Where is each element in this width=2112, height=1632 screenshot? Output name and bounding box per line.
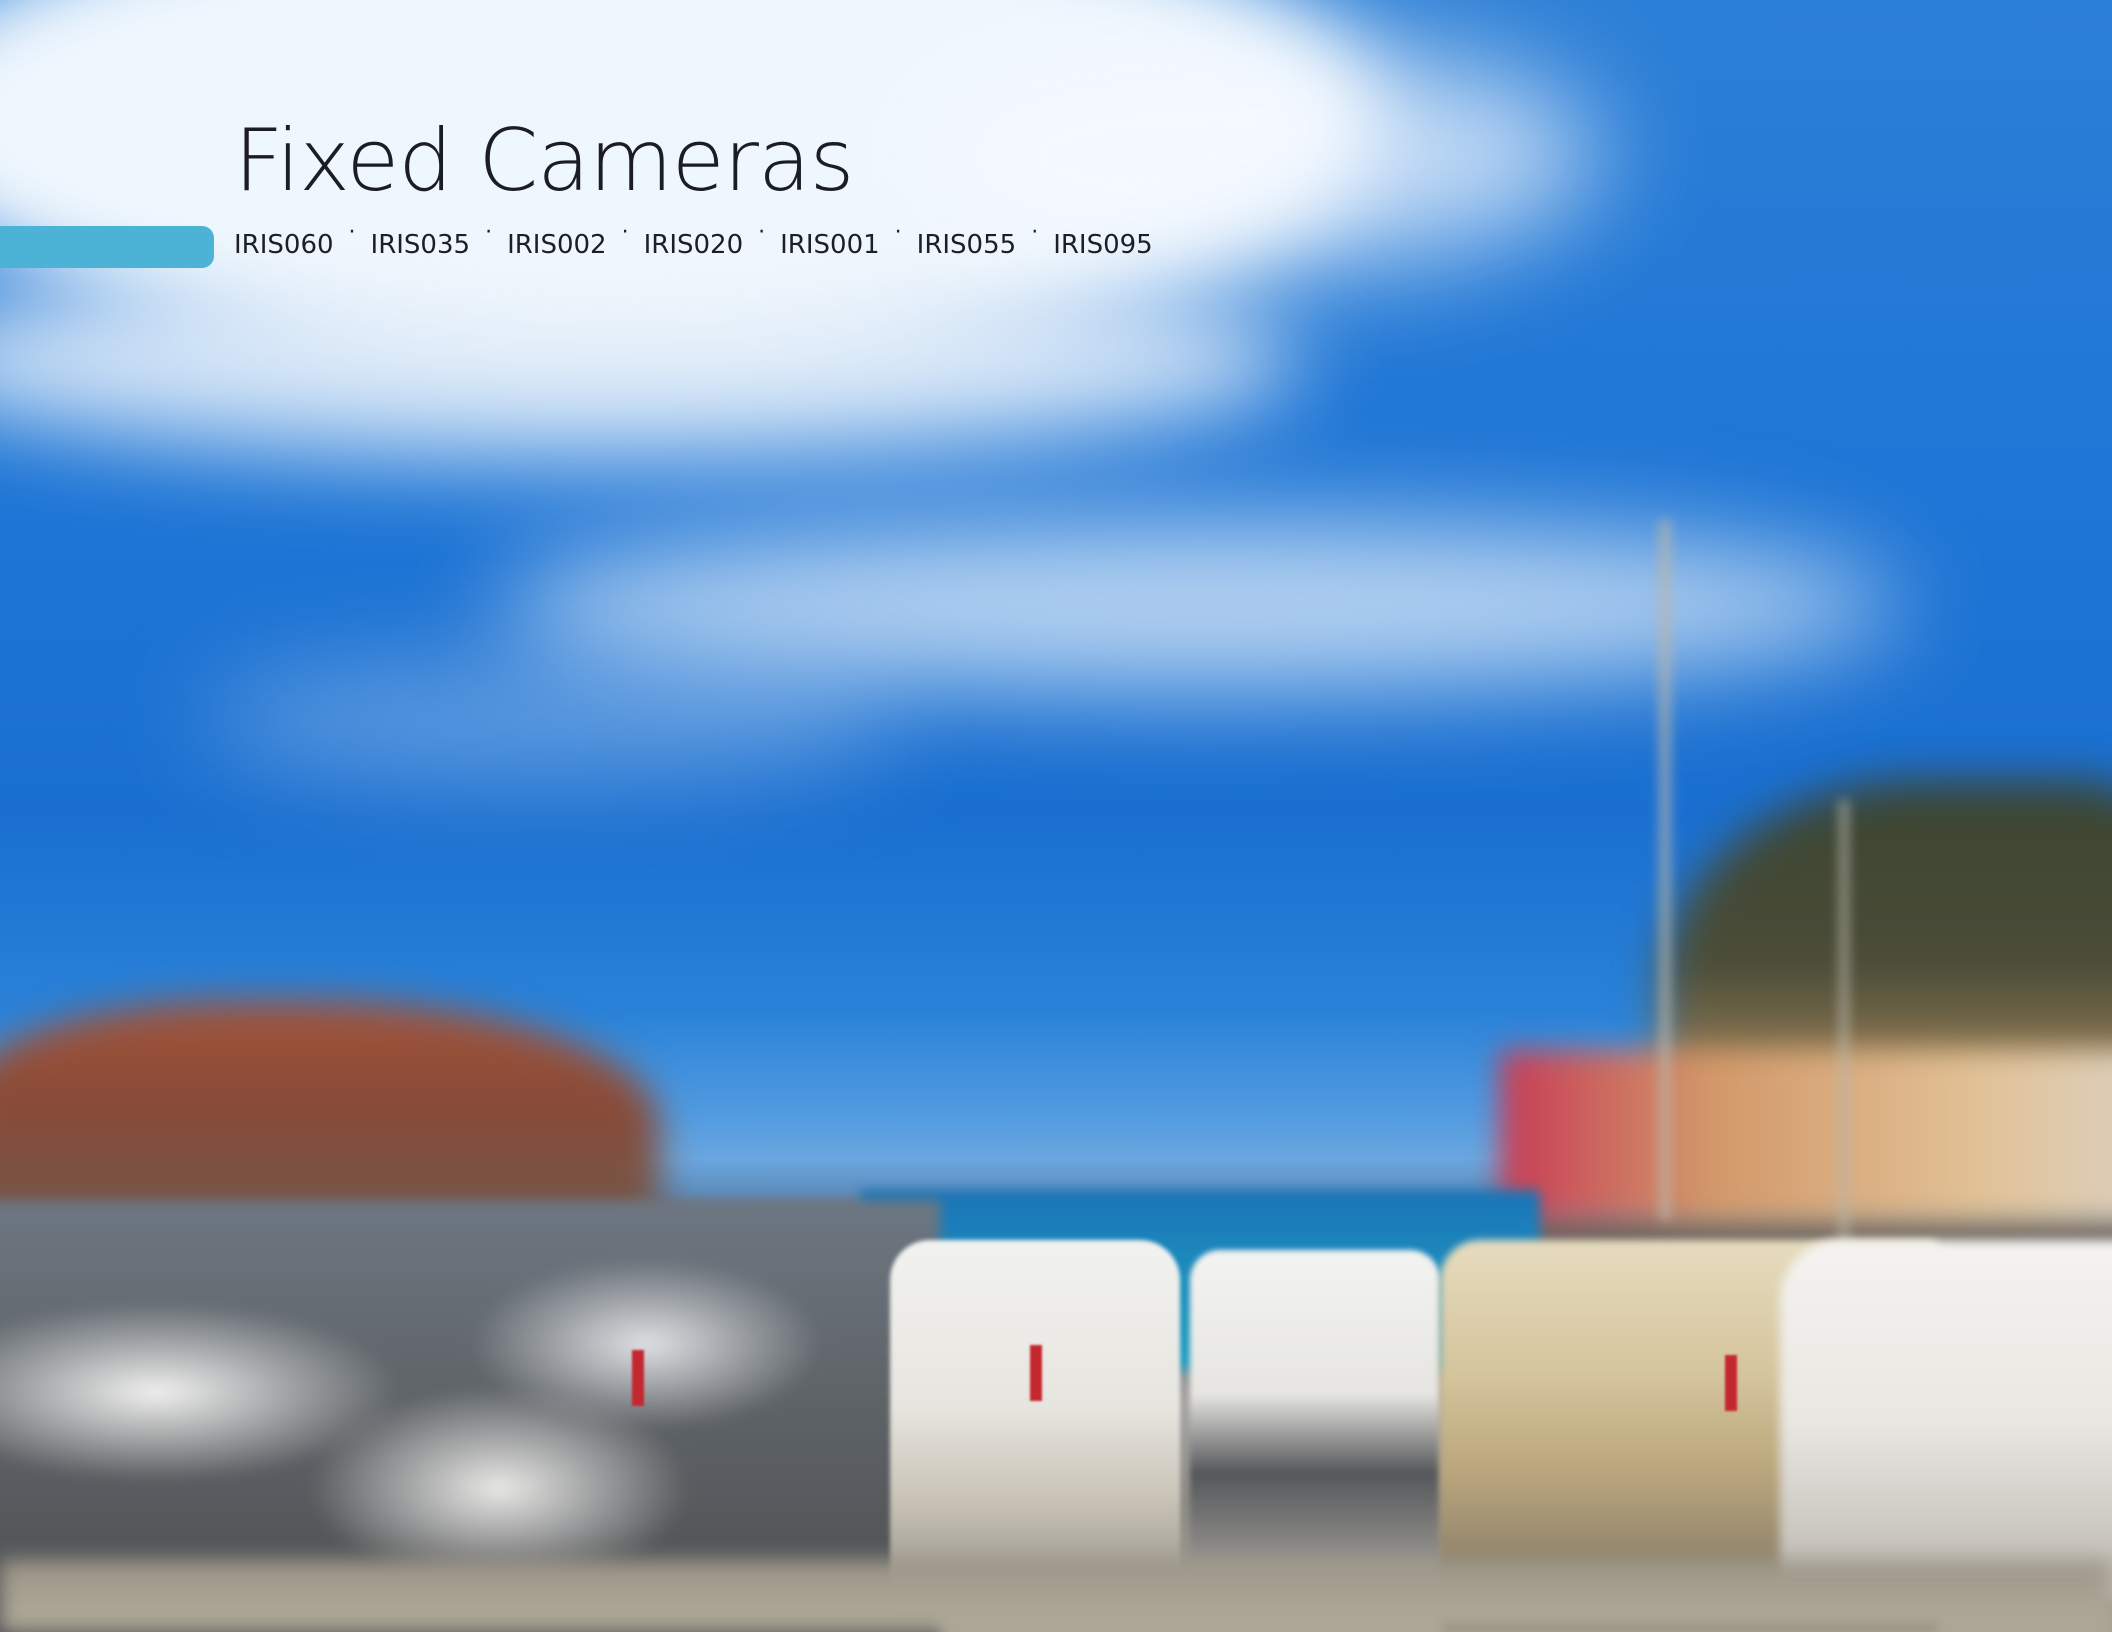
model-name: IRIS055 <box>916 230 1017 260</box>
accent-bar <box>0 226 214 268</box>
model-name: IRIS001 <box>780 230 880 260</box>
flag <box>632 1350 644 1406</box>
yacht <box>890 1240 1180 1610</box>
separator: · <box>621 220 629 245</box>
yacht <box>1780 1240 2112 1600</box>
separator: · <box>485 220 493 245</box>
cloud <box>500 520 1900 690</box>
flag <box>1030 1345 1042 1401</box>
model-list: IRIS060 · IRIS035 · IRIS002 · IRIS020 · … <box>234 220 1153 260</box>
cloud <box>0 260 1300 460</box>
mast <box>1840 800 1848 1300</box>
model-name: IRIS060 <box>234 230 334 260</box>
model-name: IRIS095 <box>1053 230 1153 260</box>
model-name: IRIS035 <box>370 230 471 260</box>
page-title: Fixed Cameras <box>234 111 854 211</box>
quay <box>0 1560 2112 1632</box>
separator: · <box>894 220 902 245</box>
model-name: IRIS020 <box>643 230 744 260</box>
yacht <box>1190 1250 1440 1610</box>
flag <box>1725 1355 1737 1411</box>
separator: · <box>1031 220 1039 245</box>
separator: · <box>348 220 356 245</box>
model-name: IRIS002 <box>507 230 607 260</box>
cloud <box>200 660 900 780</box>
page: Fixed Cameras IRIS060 · IRIS035 · IRIS00… <box>0 0 2112 1632</box>
mast <box>1660 520 1670 1220</box>
town-buildings <box>1500 1050 2112 1220</box>
separator: · <box>758 220 766 245</box>
